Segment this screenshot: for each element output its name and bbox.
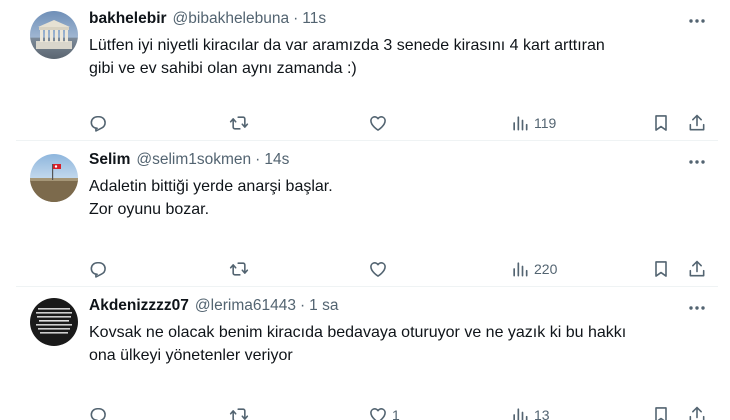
retweet-button[interactable]	[228, 403, 250, 420]
tweet-header: Selim @selim1sokmen · 14s	[89, 151, 710, 173]
bookmark-icon	[655, 407, 667, 420]
share-icon	[689, 406, 705, 420]
user-avatar[interactable]	[30, 11, 78, 59]
user-avatar[interactable]	[30, 298, 78, 346]
like-button[interactable]	[368, 257, 392, 281]
share-icon	[689, 114, 705, 131]
retweet-icon	[229, 116, 249, 130]
tweet-header: Akdenizzzz07 @lerima61443 · 1 sa	[89, 297, 710, 319]
tweet-content: bakhelebir @bibakhelebuna · 11s Lütfen i…	[89, 10, 710, 132]
bookmark-button[interactable]	[651, 403, 671, 420]
landscape-flag-avatar-icon	[30, 164, 78, 202]
tweet-text-line: gibi ve ev sahibi olan aynı zamanda :)	[89, 60, 357, 77]
tweet-text-line: Kovsak ne olacak benim kiracıda bedavaya…	[89, 324, 627, 341]
tweet-actions: 119	[0, 111, 730, 135]
tweet-content: Akdenizzzz07 @lerima61443 · 1 sa Kovsak …	[89, 297, 710, 420]
tweet-feed: bakhelebir @bibakhelebuna · 11s Lütfen i…	[0, 0, 730, 420]
like-button[interactable]: 1	[368, 403, 400, 420]
share-icon	[689, 260, 705, 277]
tweet-header: bakhelebir @bibakhelebuna · 11s	[89, 10, 710, 32]
tweet-time[interactable]: 14s	[264, 151, 289, 169]
tweet-text: Adaletin bittiği yerde anarşi başlar. Zo…	[89, 175, 710, 221]
tweet-text-line: Lütfen iyi niyetli kiracılar da var aram…	[89, 37, 605, 54]
heart-icon	[370, 408, 386, 420]
analytics-icon	[513, 262, 528, 277]
user-handle[interactable]: @selim1sokmen	[136, 151, 251, 169]
bookmark-button[interactable]	[651, 111, 671, 135]
like-button[interactable]	[368, 111, 392, 135]
bookmark-icon	[655, 261, 667, 277]
more-options-icon[interactable]	[684, 151, 710, 173]
display-name[interactable]: bakhelebir	[89, 10, 167, 28]
reply-icon	[90, 115, 106, 132]
display-name[interactable]: Selim	[89, 151, 130, 169]
separator-dot: ·	[299, 297, 306, 314]
reply-button[interactable]	[88, 111, 108, 135]
reply-icon	[90, 407, 106, 420]
user-handle[interactable]: @lerima61443	[195, 297, 296, 315]
user-avatar[interactable]	[30, 154, 78, 202]
bookmark-button[interactable]	[651, 257, 671, 281]
reply-button[interactable]	[88, 257, 108, 281]
tweet[interactable]: Akdenizzzz07 @lerima61443 · 1 sa Kovsak …	[0, 287, 730, 420]
tweet-text-line: Zor oyunu bozar.	[89, 201, 210, 218]
separator-dot: ·	[293, 10, 299, 27]
parthenon-avatar-icon	[36, 20, 72, 49]
view-count: 119	[534, 115, 557, 131]
bookmark-icon	[655, 115, 667, 131]
tweet-content: Selim @selim1sokmen · 14s Adaletin bitti…	[89, 151, 710, 278]
tweet[interactable]: bakhelebir @bibakhelebuna · 11s Lütfen i…	[0, 0, 730, 140]
dark-text-avatar-icon	[36, 308, 72, 334]
share-button[interactable]	[687, 111, 707, 135]
tweet-actions: 1 13	[0, 403, 730, 420]
reply-button[interactable]	[88, 403, 108, 420]
user-handle[interactable]: @bibakhelebuna	[173, 10, 290, 28]
analytics-icon	[513, 116, 528, 131]
tweet-time[interactable]: 11s	[302, 10, 326, 28]
view-count: 13	[534, 407, 550, 420]
tweet[interactable]: Selim @selim1sokmen · 14s Adaletin bitti…	[0, 141, 730, 286]
more-options-icon[interactable]	[684, 297, 710, 319]
retweet-button[interactable]	[228, 257, 250, 281]
analytics-icon	[513, 408, 528, 420]
views-button[interactable]: 119	[510, 111, 556, 135]
view-count: 220	[534, 261, 558, 277]
separator-dot: ·	[255, 151, 261, 168]
more-options-icon[interactable]	[684, 10, 710, 32]
tweet-text: Kovsak ne olacak benim kiracıda bedavaya…	[89, 321, 710, 367]
tweet-text-line: Adaletin bittiği yerde anarşi başlar.	[89, 178, 333, 195]
retweet-icon	[229, 408, 249, 420]
share-button[interactable]	[687, 403, 707, 420]
display-name[interactable]: Akdenizzzz07	[89, 297, 189, 315]
like-count: 1	[392, 407, 400, 420]
heart-icon	[370, 116, 386, 131]
heart-icon	[370, 262, 386, 277]
retweet-icon	[229, 262, 249, 276]
reply-icon	[90, 261, 106, 278]
tweet-actions: 220	[0, 257, 730, 281]
tweet-text-line: ona ülkeyi yönetenler veriyor	[89, 347, 293, 364]
views-button[interactable]: 220	[510, 257, 557, 281]
views-button[interactable]: 13	[510, 403, 550, 420]
retweet-button[interactable]	[228, 111, 250, 135]
share-button[interactable]	[687, 257, 707, 281]
tweet-time[interactable]: 1 sa	[309, 297, 338, 315]
tweet-text: Lütfen iyi niyetli kiracılar da var aram…	[89, 34, 710, 80]
